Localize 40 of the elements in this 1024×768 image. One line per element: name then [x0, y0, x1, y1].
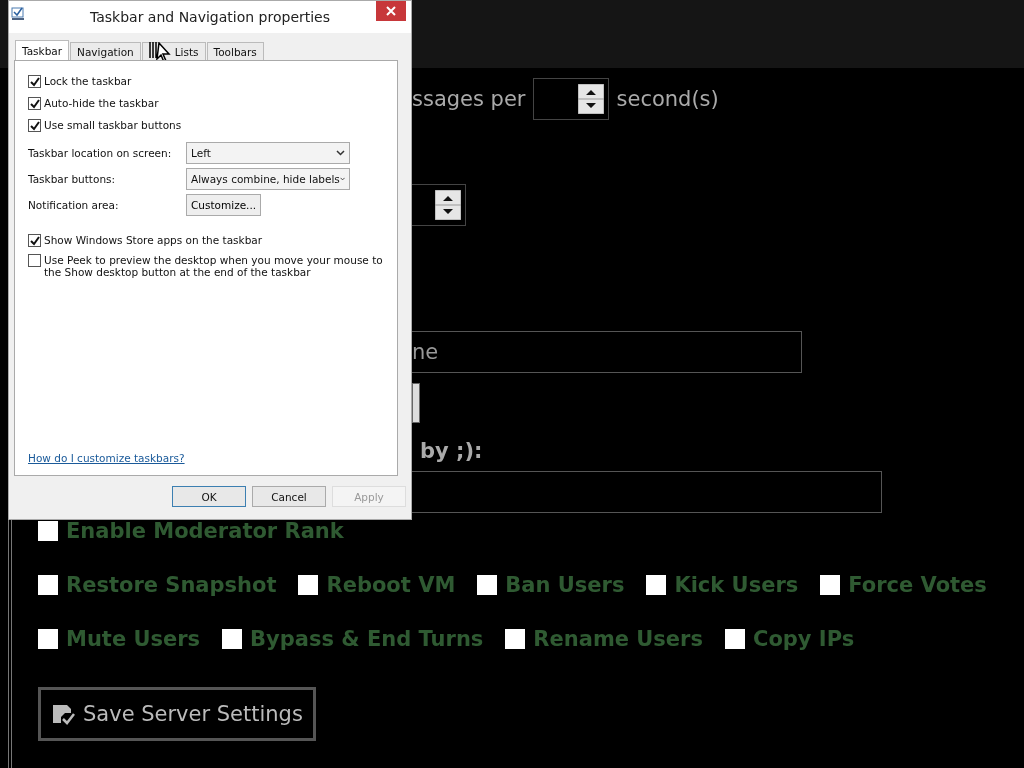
dropdown[interactable]: Left — [186, 142, 350, 164]
rate-label: ssages per — [412, 87, 526, 111]
chevron-down-icon — [336, 150, 345, 156]
tab[interactable]: Navigation — [70, 42, 141, 60]
number-field[interactable] — [532, 78, 609, 120]
list-label: by ;): — [420, 439, 483, 463]
checkbox[interactable] — [28, 119, 41, 132]
tab[interactable]: Toolbars — [206, 42, 264, 60]
name-field[interactable]: ne — [412, 331, 802, 373]
spinner-arrows-icon[interactable] — [435, 190, 461, 220]
checkbox-option[interactable]: Show Windows Store apps on the taskbar — [28, 234, 397, 247]
spinner-stub[interactable] — [412, 383, 420, 423]
window-title: Taskbar and Navigation properties — [89, 9, 331, 25]
checkbox-option[interactable]: Use small taskbar buttons — [28, 119, 397, 132]
dialog-button[interactable]: OK — [172, 486, 246, 507]
dialog-button[interactable]: Cancel — [252, 486, 326, 507]
close-button[interactable] — [376, 1, 406, 21]
checkbox[interactable] — [28, 97, 41, 110]
save-button[interactable]: Save Server Settings — [38, 687, 316, 741]
dropdown[interactable]: Always combine, hide labels — [186, 168, 350, 190]
checkbox-option[interactable]: Auto-hide the taskbar — [28, 97, 397, 110]
field-label: Taskbar location on screen: — [28, 147, 173, 159]
tab[interactable]: Taskbar — [15, 40, 70, 60]
list-field[interactable] — [412, 471, 882, 513]
close-icon — [386, 6, 396, 16]
chevron-down-icon — [339, 176, 345, 182]
field-label: Taskbar buttons: — [28, 173, 117, 185]
spinner-arrows-icon[interactable] — [577, 84, 604, 114]
field-label: Notification area: — [28, 199, 120, 211]
checkbox-option[interactable]: Use Peek to preview the desktop when you move your mouse to the Show desktop button at the end of the taskbar — [28, 254, 397, 278]
save-icon — [51, 702, 75, 726]
tab[interactable]: Lists — [141, 42, 206, 60]
number-field[interactable] — [412, 184, 466, 226]
unit-label: second(s) — [616, 87, 719, 111]
checkbox[interactable] — [28, 254, 41, 267]
checkbox[interactable] — [28, 75, 41, 88]
checkbox-option[interactable]: Lock the taskbar — [28, 75, 397, 88]
help-link[interactable]: How do I customize taskbars? — [28, 452, 185, 464]
customize-button[interactable]: Customize... — [186, 194, 262, 216]
checkbox[interactable] — [28, 234, 41, 247]
